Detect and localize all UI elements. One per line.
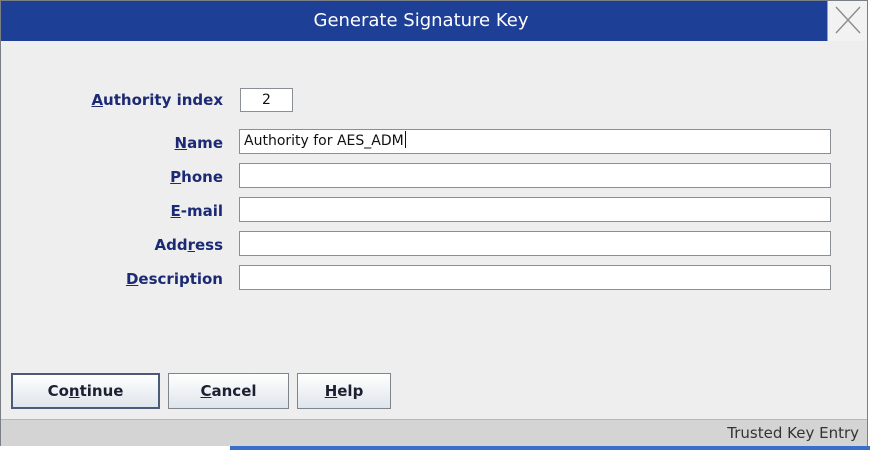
phone-field[interactable] <box>239 163 831 188</box>
description-field[interactable] <box>239 265 831 290</box>
status-text: Trusted Key Entry <box>727 424 859 442</box>
close-button[interactable] <box>827 1 867 41</box>
mnemonic-r: r <box>187 236 195 254</box>
address-field[interactable] <box>239 231 831 256</box>
mnemonic-p: P <box>170 168 182 186</box>
mnemonic-e: E <box>170 202 181 220</box>
text-caret <box>404 131 406 148</box>
description-label: Description <box>125 270 223 288</box>
window-title: Generate Signature Key <box>313 10 529 31</box>
dialog-window: Generate Signature Key Authority index 2… <box>0 0 868 446</box>
email-label: E-mail <box>170 202 223 220</box>
authority-index-field[interactable]: 2 <box>240 88 293 112</box>
phone-label: Phone <box>170 168 223 186</box>
name-label: Name <box>174 134 224 152</box>
email-field[interactable] <box>239 197 831 222</box>
title-bar[interactable]: Generate Signature Key <box>1 1 867 41</box>
address-label: Address <box>154 236 223 254</box>
close-icon <box>835 6 861 34</box>
cancel-button[interactable]: Cancel <box>168 373 289 409</box>
continue-button[interactable]: Continue <box>11 373 160 409</box>
taskbar-edge <box>230 446 870 450</box>
name-field-value: Authority for AES_ADM <box>244 133 404 149</box>
mnemonic-a: A <box>91 91 104 109</box>
help-button[interactable]: Help <box>297 373 391 409</box>
authority-index-label: Authority index <box>91 91 223 109</box>
mnemonic-n: N <box>174 134 188 152</box>
name-field[interactable]: Authority for AES_ADM <box>239 129 831 154</box>
mnemonic-d: D <box>125 270 139 288</box>
status-bar: Trusted Key Entry <box>1 419 867 446</box>
